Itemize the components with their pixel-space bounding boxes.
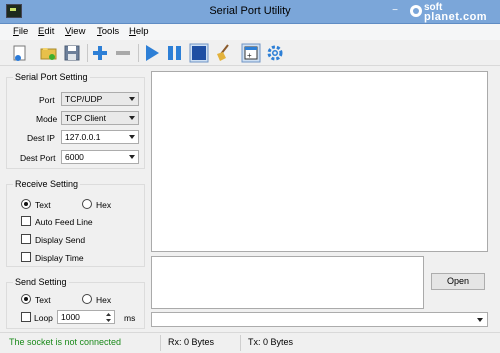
window-icon[interactable]: + [241,43,261,63]
auto-feed-line-label: Auto Feed Line [35,217,93,227]
new-icon[interactable] [10,43,30,63]
group-title: Send Setting [13,277,69,287]
loop-label: Loop [34,313,53,323]
display-time-checkbox[interactable] [21,252,31,262]
loop-checkbox[interactable] [21,312,31,322]
toolbar-separator [87,44,88,62]
auto-feed-line-checkbox[interactable] [21,216,31,226]
title-bar: Serial Port Utility − soft planet.com [0,0,500,24]
add-icon[interactable] [90,43,110,63]
pause-icon[interactable] [165,43,185,63]
receive-hex-label: Hex [96,200,112,210]
rx-bytes: Rx: 0 Bytes [168,337,215,347]
chevron-down-icon [129,97,135,101]
connection-status: The socket is not connected [9,337,122,347]
menu-view[interactable]: View [65,26,85,37]
play-icon[interactable] [142,43,162,63]
dest-port-field[interactable]: 6000 [61,150,139,164]
send-text-label: Text [35,295,51,305]
spinner-arrows-icon[interactable] [105,312,112,323]
group-title: Serial Port Setting [13,72,90,82]
open-button[interactable]: Open [431,273,485,290]
dest-ip-label: Dest IP [27,133,55,143]
menu-help[interactable]: Help [129,26,149,37]
stop-icon[interactable] [189,43,209,63]
receive-text-label: Text [35,200,51,210]
receive-setting-group: Receive Setting Text Hex Auto Feed Line … [6,179,145,267]
chevron-down-icon [129,155,135,159]
settings-gear-icon[interactable] [265,43,285,63]
chevron-down-icon [129,135,135,139]
menu-tools[interactable]: Tools [97,26,119,37]
save-icon[interactable] [62,43,82,63]
minimize-button[interactable]: − [386,3,404,19]
clear-broom-icon[interactable] [213,43,233,63]
remove-icon[interactable] [113,43,133,63]
open-folder-icon[interactable] [38,43,58,63]
status-bar: The socket is not connected Rx: 0 Bytes … [0,332,500,353]
receive-text-radio[interactable] [21,199,31,209]
send-input-area[interactable] [151,256,424,309]
dest-port-label: Dest Port [20,153,56,163]
receive-hex-radio[interactable] [82,199,92,209]
menu-file[interactable]: File [13,26,28,37]
display-time-label: Display Time [35,253,84,263]
mode-select[interactable]: TCP Client [61,111,139,125]
send-history-select[interactable] [151,312,488,327]
send-hex-label: Hex [96,295,112,305]
tx-bytes: Tx: 0 Bytes [248,337,294,347]
port-select[interactable]: TCP/UDP [61,92,139,106]
display-send-label: Display Send [35,235,86,245]
send-text-radio[interactable] [21,294,31,304]
loop-unit-label: ms [124,313,136,323]
watermark-logo: soft planet.com [410,3,496,23]
toolbar: + [0,40,500,66]
send-hex-radio[interactable] [82,294,92,304]
port-label: Port [39,95,55,105]
svg-text:+: + [247,51,252,60]
receive-display-area[interactable] [151,71,488,252]
toolbar-separator [138,44,139,62]
group-title: Receive Setting [13,179,81,189]
dest-ip-field[interactable]: 127.0.0.1 [61,130,139,144]
status-separator [240,335,241,351]
display-send-checkbox[interactable] [21,234,31,244]
serial-port-setting-group: Serial Port Setting Port TCP/UDP Mode TC… [6,72,145,169]
mode-label: Mode [36,114,58,124]
menu-edit[interactable]: Edit [38,26,54,37]
status-separator [160,335,161,351]
send-setting-group: Send Setting Text Hex Loop 1000 ms [6,277,145,329]
menu-bar: File Edit View Tools Help [0,24,500,40]
loop-interval-spinbox[interactable]: 1000 [57,310,115,324]
watermark-icon [410,5,422,17]
chevron-down-icon [129,116,135,120]
chevron-down-icon [477,318,483,322]
